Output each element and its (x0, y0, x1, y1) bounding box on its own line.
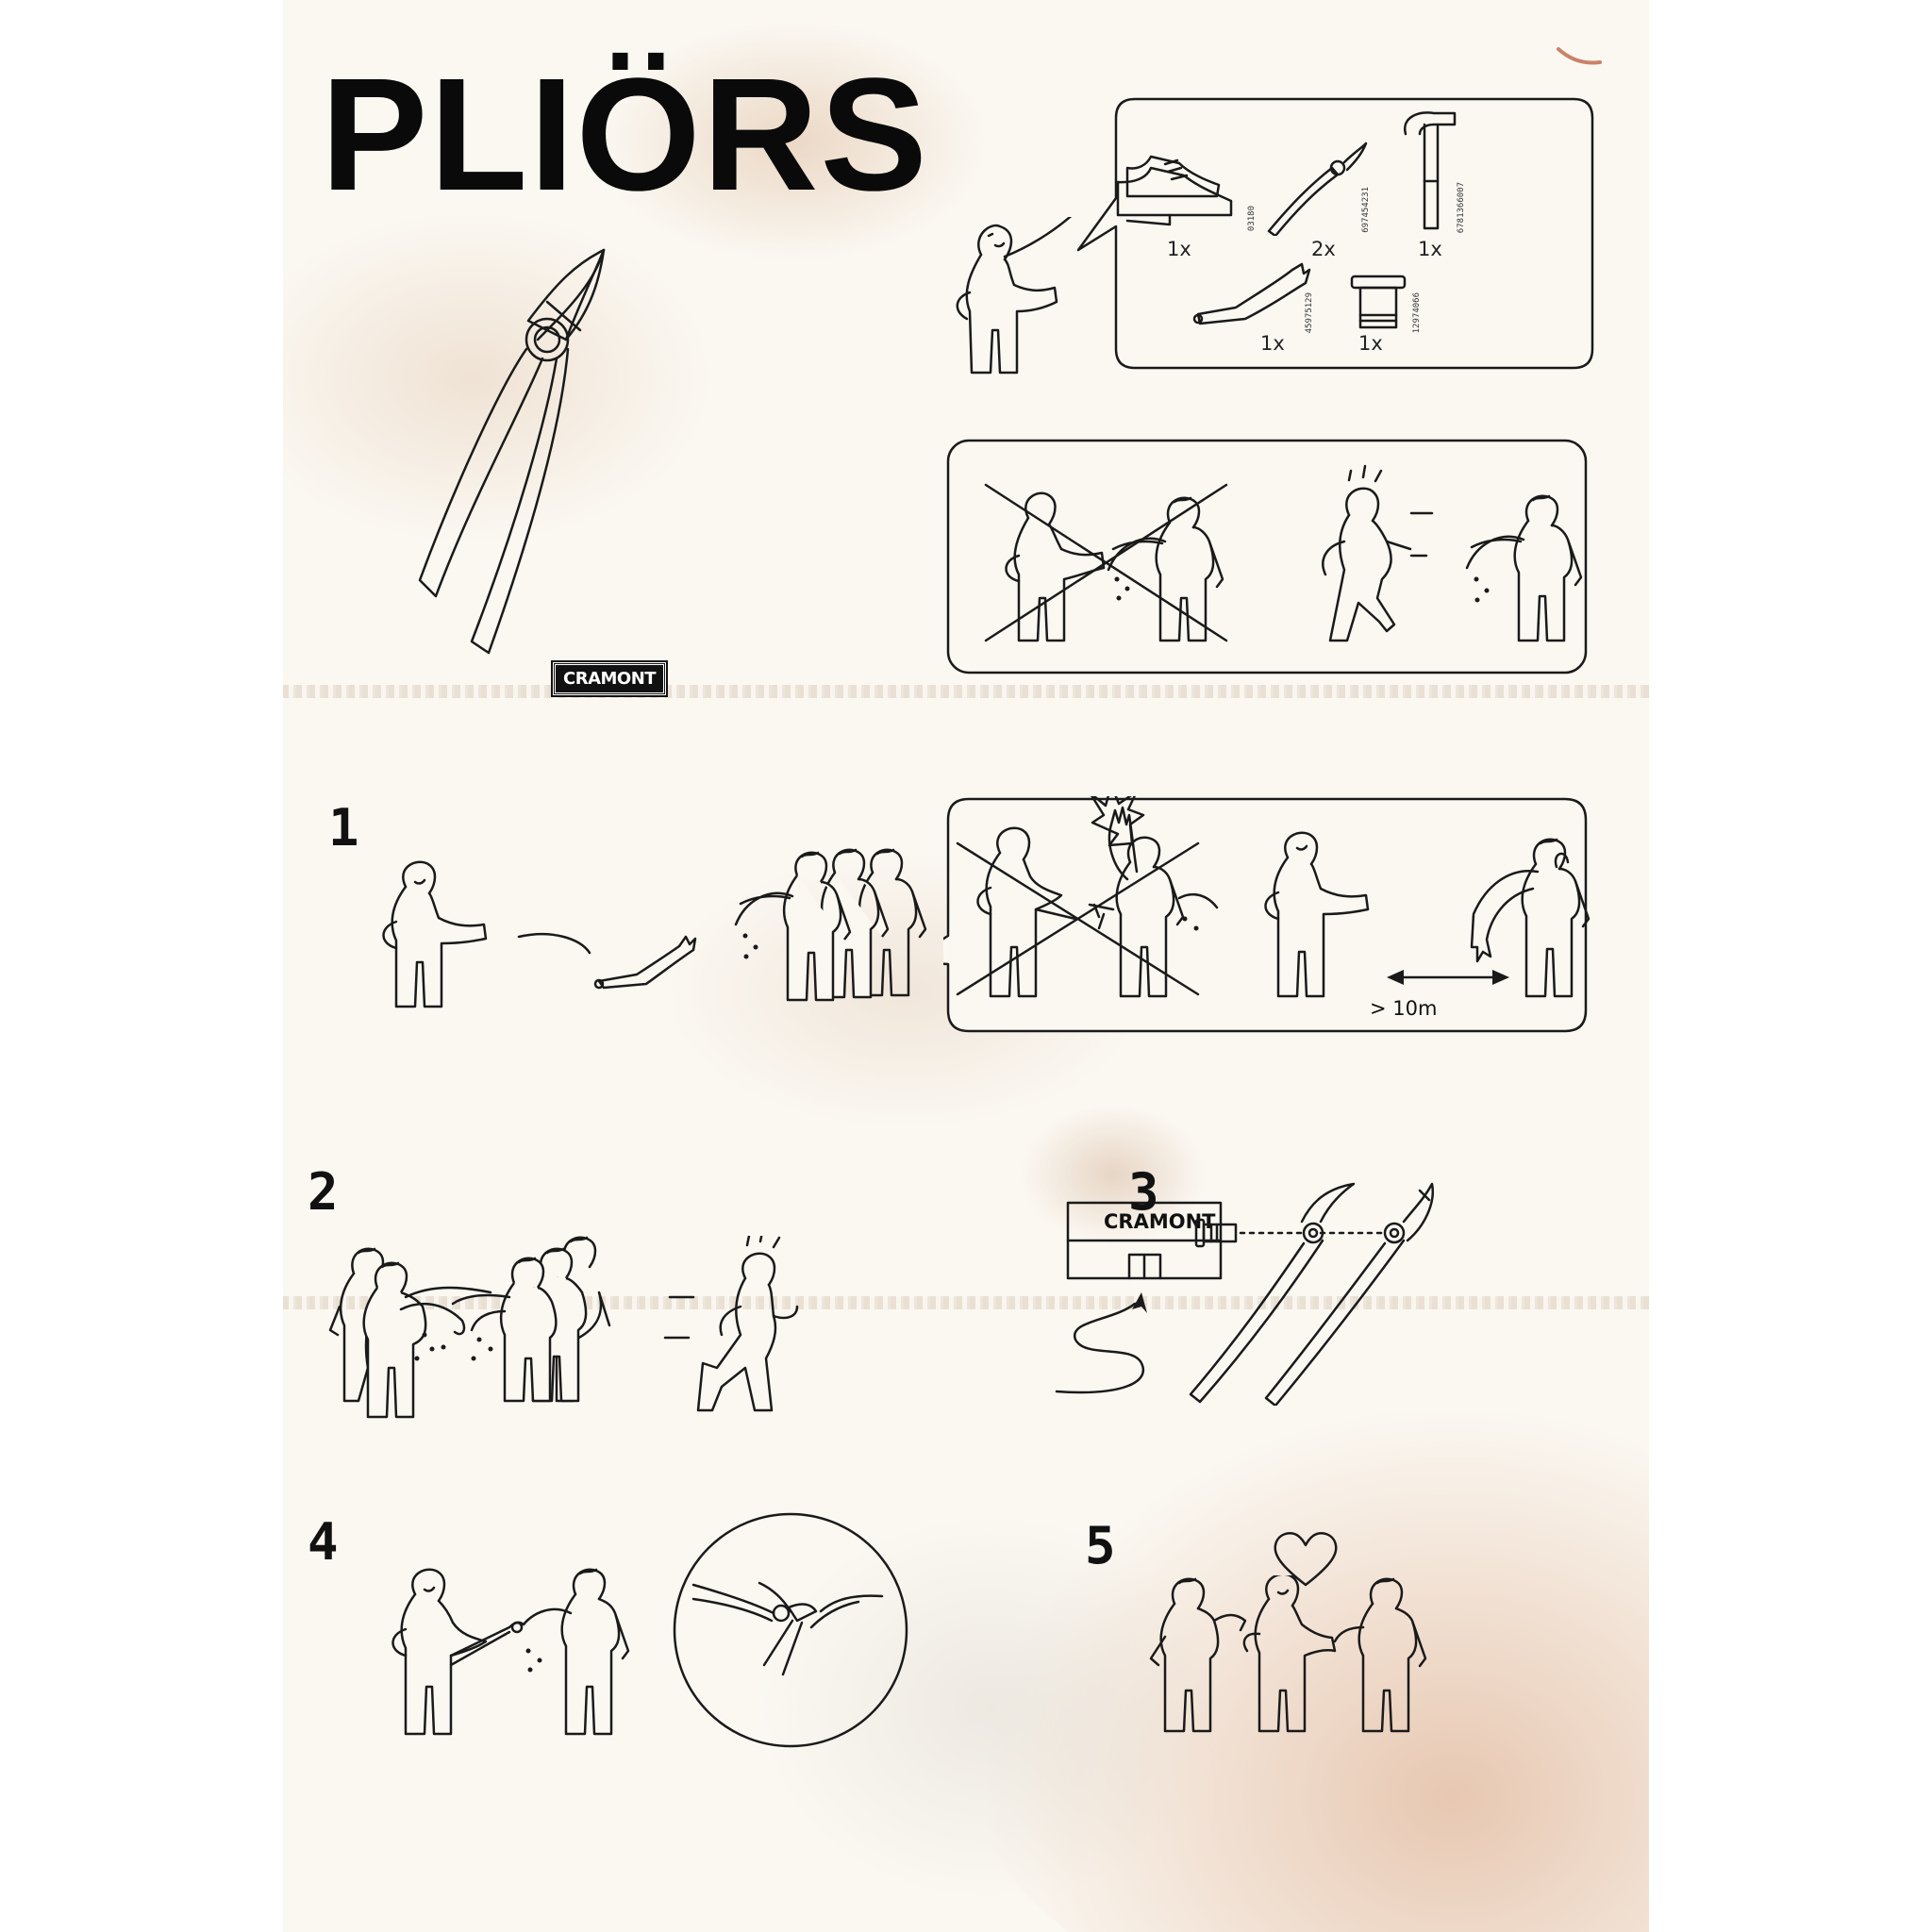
warning-panel (946, 439, 1588, 675)
step-number: 3 (1128, 1162, 1159, 1222)
part-qty: 1x (1167, 238, 1191, 260)
step-number: 5 (1085, 1516, 1116, 1575)
part-qty: 1x (1260, 332, 1285, 355)
detail-zoom-icon (673, 1512, 908, 1748)
part-qty: 2x (1311, 238, 1336, 260)
pliers-icon (418, 248, 606, 655)
part-number: 45975129 (1305, 292, 1314, 334)
fleeing-person-icon (1322, 464, 1434, 642)
part-qty: 1x (1358, 332, 1383, 355)
zombie-icon (1465, 494, 1583, 642)
zombie-icon (1107, 496, 1224, 642)
pliers-assembly-icon (1189, 1182, 1435, 1406)
shoes-icon (1116, 155, 1233, 226)
hammer-icon (1403, 111, 1457, 230)
brand-logo: CRAMONT (550, 660, 669, 697)
fold-line (283, 685, 1649, 698)
reunion-icon (1149, 1575, 1427, 1733)
step-number: 1 (328, 798, 359, 858)
pliers-use-icon (391, 1568, 630, 1736)
distance-label: > 10m (1370, 997, 1438, 1020)
part-number: 697454231 (1361, 187, 1371, 233)
part-number: 12974066 (1412, 292, 1422, 334)
arm-icon (1192, 262, 1311, 325)
page-title: PLIÖRS (321, 45, 929, 225)
safety-panel (943, 796, 1591, 1033)
zombie-fight-icon (328, 1236, 611, 1419)
part-number: 03180 (1247, 206, 1257, 232)
part-qty: 1x (1418, 238, 1442, 260)
person-icon (382, 860, 488, 1008)
instruction-sheet: PLIÖRS CRAMONT 1x 03180 2x 697454231 1x … (283, 0, 1649, 1932)
zombie-horde-icon (734, 848, 927, 1002)
step-number: 4 (308, 1512, 339, 1572)
corner-mark (1557, 47, 1602, 65)
part-number: 6781366007 (1457, 182, 1466, 234)
bolt-icon (1350, 275, 1407, 329)
step-number: 2 (308, 1162, 339, 1222)
pliers-half-icon (1267, 142, 1368, 236)
fleeing-person-icon (663, 1236, 799, 1412)
